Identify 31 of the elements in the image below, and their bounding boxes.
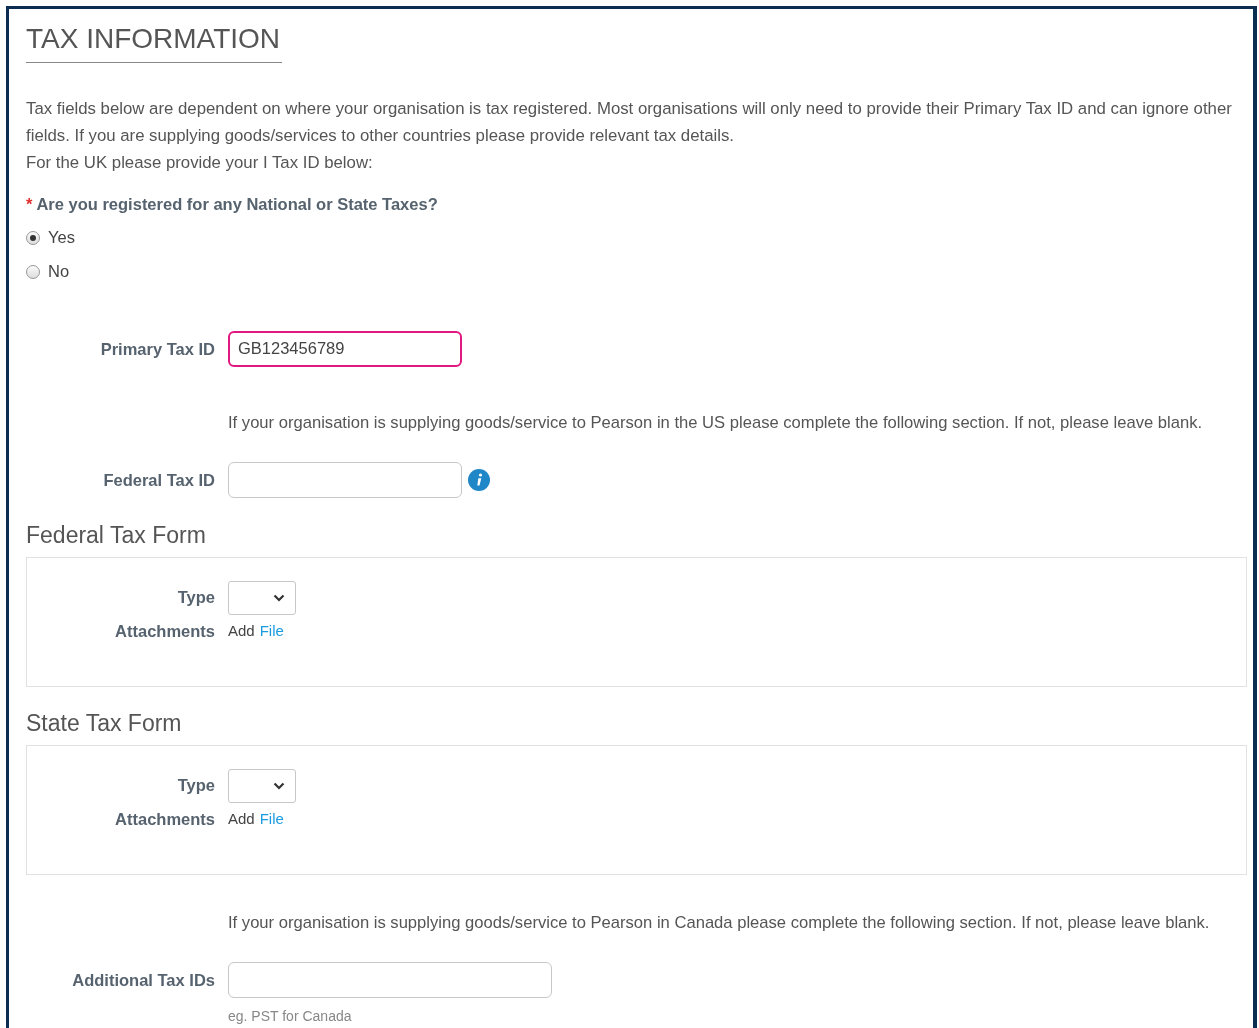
field-label: Primary Tax ID: [99, 338, 216, 360]
hint-text: eg. PST for Canada: [228, 1006, 353, 1026]
text-field[interactable]: [228, 961, 552, 998]
radio-option[interactable]: No: [26, 258, 70, 285]
radio-option[interactable]: Yes: [26, 224, 75, 251]
page-title: TAX INFORMATION: [26, 22, 283, 63]
text-field[interactable]: [228, 461, 462, 498]
radio-button[interactable]: [26, 230, 40, 245]
intro-text: Tax fields below are dependent on where your organisation is tax registered. Most organisations will only need to provide their Primary Tax ID and can ignore other fields. If you are supplying goods/services to other countries please provide relevant tax details.: [26, 98, 1233, 147]
field-label: Federal Tax ID: [102, 469, 216, 491]
field-label: Attachments: [114, 620, 216, 642]
add-text: Add: [228, 808, 255, 829]
add-text: Add: [228, 620, 255, 641]
intro-text: For the UK please provide your I Tax ID below:: [26, 152, 374, 174]
note-text: If your organisation is supplying goods/service to Pearson in Canada please complete the following section. If not, please leave blank.: [228, 913, 1211, 932]
section-heading: Federal Tax Form: [26, 520, 207, 550]
info-icon[interactable]: [468, 468, 490, 491]
field-label: Additional Tax IDs: [71, 969, 216, 991]
note-text: If your organisation is supplying goods/service to Pearson in the US please complete the following section. If not, please leave blank.: [228, 413, 1204, 432]
field-label: Attachments: [114, 808, 216, 830]
question-label: Are you registered for any National or State Taxes?: [36, 194, 438, 215]
chevron-down-icon: [273, 781, 285, 790]
type-dropdown[interactable]: [228, 580, 296, 615]
type-dropdown[interactable]: [228, 768, 296, 803]
section-heading: State Tax Form: [26, 708, 183, 738]
field-label: Type: [176, 587, 216, 609]
chevron-down-icon: [273, 593, 285, 602]
radio-button[interactable]: [26, 264, 40, 279]
text-field[interactable]: GB123456789: [228, 330, 462, 367]
required-mark: *: [26, 194, 33, 215]
field-label: Type: [176, 775, 216, 797]
